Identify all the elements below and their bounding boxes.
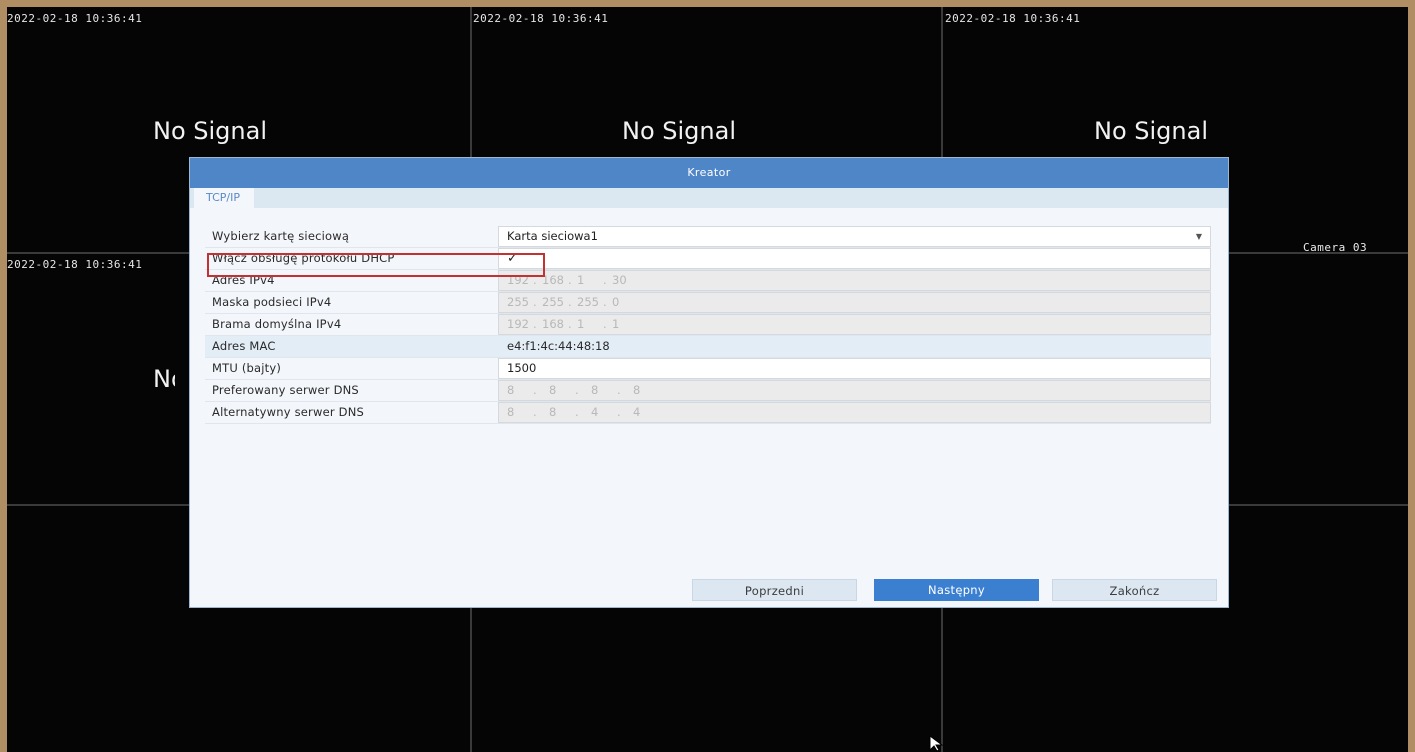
prev-button[interactable]: Poprzedni	[692, 579, 857, 601]
mac-value: e4:f1:4c:44:48:18	[498, 336, 1211, 357]
camera-timestamp: 2022-02-18 10:36:41	[7, 12, 143, 25]
ip-octet: 255	[542, 295, 564, 309]
checkmark-icon: ✓	[507, 251, 518, 266]
nic-select-value: Karta sieciowa1	[507, 229, 598, 243]
ip-octet: 192	[507, 317, 529, 331]
mouse-cursor-icon	[929, 735, 944, 752]
ip-octet: 255	[577, 295, 599, 309]
form-row-dns-alternate: Alternatywny serwer DNS 8.8.4.4	[205, 402, 1211, 424]
ip-octet: 8	[507, 383, 515, 397]
mtu-label: MTU (bajty)	[212, 361, 282, 375]
form-row-mask: Maska podsieci IPv4 255. 255. 255. 0	[205, 292, 1211, 314]
ip-octet: 8	[549, 383, 557, 397]
mask-field[interactable]: 255. 255. 255. 0	[498, 292, 1211, 313]
ip-octet: 8	[591, 383, 599, 397]
ip-octet: 1	[612, 317, 620, 331]
ip-octet: 8	[507, 405, 515, 419]
dns-alternate-field[interactable]: 8.8.4.4	[498, 402, 1211, 423]
ipv4-field[interactable]: 192. 168. 1. 30	[498, 270, 1211, 291]
ip-octet: 168	[542, 317, 564, 331]
next-button[interactable]: Następny	[874, 579, 1039, 601]
form-row-mac: Adres MAC e4:f1:4c:44:48:18	[205, 336, 1211, 358]
ip-octet: 30	[612, 273, 627, 287]
ip-octet: 1	[577, 273, 585, 287]
ipv4-label: Adres IPv4	[212, 273, 275, 287]
finish-button[interactable]: Zakończ	[1052, 579, 1217, 601]
no-signal-label: No Signal	[622, 117, 736, 145]
ip-octet: 4	[591, 405, 599, 419]
ip-octet: 0	[612, 295, 620, 309]
dialog-title: Kreator	[190, 158, 1228, 188]
form-row-dhcp: Włącz obsługę protokołu DHCP ✓	[205, 248, 1211, 270]
camera-timestamp: 2022-02-18 10:36:41	[7, 258, 143, 271]
dvr-screen: 2022-02-18 10:36:41 No Signal 2022-02-18…	[7, 7, 1408, 752]
chevron-down-icon: ▼	[1195, 232, 1202, 241]
dns-preferred-field[interactable]: 8.8.8.8	[498, 380, 1211, 401]
gateway-field[interactable]: 192. 168. 1. 1	[498, 314, 1211, 335]
ip-octet: 1	[577, 317, 585, 331]
ip-octet: 192	[507, 273, 529, 287]
nic-label: Wybierz kartę sieciową	[212, 229, 350, 243]
dhcp-label: Włącz obsługę protokołu DHCP	[212, 251, 395, 265]
tcpip-form: Wybierz kartę sieciową Karta sieciowa1 ▼…	[205, 226, 1211, 424]
dhcp-checkbox[interactable]: ✓	[498, 248, 1211, 269]
mask-label: Maska podsieci IPv4	[212, 295, 332, 309]
form-row-ipv4: Adres IPv4 192. 168. 1. 30	[205, 270, 1211, 292]
gateway-label: Brama domyślna IPv4	[212, 317, 342, 331]
mtu-input[interactable]: 1500	[498, 358, 1211, 379]
ip-octet: 255	[507, 295, 529, 309]
mac-label: Adres MAC	[212, 339, 276, 353]
form-row-dns-preferred: Preferowany serwer DNS 8.8.8.8	[205, 380, 1211, 402]
ip-octet: 168	[542, 273, 564, 287]
camera-label: Camera 03	[1303, 241, 1368, 254]
dns-alternate-label: Alternatywny serwer DNS	[212, 405, 364, 419]
ip-octet: 4	[633, 405, 641, 419]
form-row-gateway: Brama domyślna IPv4 192. 168. 1. 1	[205, 314, 1211, 336]
form-row-nic: Wybierz kartę sieciową Karta sieciowa1 ▼	[205, 226, 1211, 248]
nic-select[interactable]: Karta sieciowa1 ▼	[498, 226, 1211, 247]
tab-tcpip[interactable]: TCP/IP	[194, 188, 254, 208]
camera-timestamp: 2022-02-18 10:36:41	[945, 12, 1081, 25]
no-signal-label: No Signal	[153, 365, 175, 393]
wizard-dialog: Kreator TCP/IP Wybierz kartę sieciową Ka…	[189, 157, 1229, 608]
no-signal-label: No Signal	[1094, 117, 1208, 145]
ip-octet: 8	[549, 405, 557, 419]
form-row-mtu: MTU (bajty) 1500	[205, 358, 1211, 380]
camera-timestamp: 2022-02-18 10:36:41	[473, 12, 609, 25]
dns-preferred-label: Preferowany serwer DNS	[212, 383, 359, 397]
ip-octet: 8	[633, 383, 641, 397]
tab-bar: TCP/IP	[190, 188, 1228, 208]
no-signal-label: No Signal	[153, 117, 267, 145]
